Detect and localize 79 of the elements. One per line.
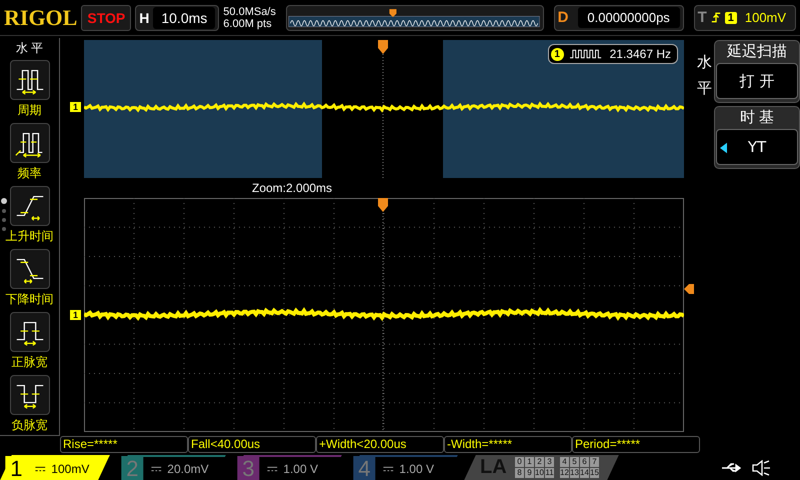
trigger-position-marker [378, 198, 388, 212]
measure-button[interactable] [10, 375, 50, 415]
trigger-label: T [698, 9, 707, 26]
softkey-title: 延迟扫描 [726, 42, 788, 62]
softkey-button[interactable]: 打 开 [716, 63, 798, 99]
memory-depth: 6.00M pts [223, 18, 273, 30]
channel-tab[interactable]: 2 20.0mV [116, 455, 226, 480]
page-dot[interactable] [1, 198, 7, 204]
digital-channel: 7 [590, 457, 599, 467]
trigger-source: 1 [724, 12, 737, 24]
channel-tab[interactable]: 3 1.00 V [232, 455, 342, 480]
digital-channel: 12 [560, 468, 569, 478]
measure-label: 正脉宽 [12, 354, 48, 371]
square-wave-icon [570, 49, 604, 59]
measure-label: 下降时间 [6, 291, 54, 308]
measure-label: 上升时间 [6, 228, 54, 245]
channel-tab[interactable]: 1 100mV [0, 455, 110, 480]
frequency-value: 21.3467 Hz [610, 47, 671, 61]
digital-channel: 8 [514, 468, 524, 478]
measurement-readout: +Width<20.00us [316, 436, 444, 453]
measure-label: 频率 [18, 165, 42, 182]
channel-scale: 100mV [32, 460, 94, 478]
channel-tab[interactable]: 4 1.00 V [348, 455, 458, 480]
digital-channel: 0 [514, 457, 524, 467]
channel-marker: 1 [70, 310, 82, 320]
digital-channel: 1 [524, 457, 534, 467]
digital-channel: 5 [570, 457, 579, 467]
channel-number: 2 [122, 456, 144, 480]
dc-coupling-icon [36, 466, 46, 472]
measure-button[interactable] [10, 186, 50, 226]
dc-coupling-icon [152, 466, 162, 472]
page-dot[interactable] [2, 209, 6, 213]
panel-title: 水平 [696, 53, 713, 98]
sample-rate: 50.0MSa/s [223, 6, 277, 18]
softkey-title: 时 基 [738, 108, 776, 128]
dc-coupling-icon [268, 466, 278, 472]
digital-channel: 6 [580, 457, 589, 467]
page-dot[interactable] [2, 218, 6, 222]
channel-badge: 1 [550, 48, 564, 60]
digital-channel: 10 [534, 468, 544, 478]
speaker-muted-icon [752, 460, 770, 476]
digital-channel: 13 [570, 468, 579, 478]
channel-number: 3 [238, 456, 260, 480]
left-triangle-icon [720, 142, 727, 154]
trigger-position-marker [378, 40, 388, 54]
dc-coupling-icon [384, 466, 394, 472]
measure-button[interactable] [10, 249, 50, 289]
usb-icon [722, 462, 744, 474]
measurement-readout: Period=***** [572, 436, 700, 453]
measure-button[interactable] [10, 312, 50, 352]
timebase-value: 10.0ms [153, 6, 216, 28]
measure-button[interactable] [10, 123, 50, 163]
page-dot[interactable] [2, 227, 6, 231]
measurement-readout: Fall<40.00us [188, 436, 316, 453]
measurement-readout: Rise=***** [60, 436, 188, 453]
digital-channel: 11 [544, 468, 554, 478]
rising-edge-icon [710, 11, 721, 24]
measurement-readout: -Width=***** [444, 436, 572, 453]
brand-logo: RIGOL [4, 4, 78, 30]
digital-channel: 3 [544, 457, 554, 467]
softkey-button[interactable]: YT [716, 129, 798, 165]
trigger-level-marker [684, 284, 694, 294]
delay-label: D [558, 9, 570, 26]
digital-channel: 4 [560, 457, 569, 467]
measure-label: 周期 [18, 102, 42, 119]
delay-value: 0.00000000ps [578, 7, 680, 28]
measure-label: 负脉宽 [12, 417, 48, 434]
measure-button[interactable] [10, 60, 50, 100]
timebase-label: H [139, 10, 150, 26]
trigger-level: 100mV [744, 10, 786, 25]
channel-marker: 1 [70, 102, 82, 112]
zoom-scale: Zoom:2.000ms [251, 180, 334, 197]
digital-channel: 2 [534, 457, 544, 467]
digital-channel: 15 [590, 468, 599, 478]
run-state[interactable]: STOP [81, 4, 132, 30]
channel-number: 4 [354, 456, 376, 480]
digital-channel: 9 [524, 468, 534, 478]
digital-channel: 14 [580, 468, 589, 478]
menu-title: 水 平 [16, 40, 44, 57]
